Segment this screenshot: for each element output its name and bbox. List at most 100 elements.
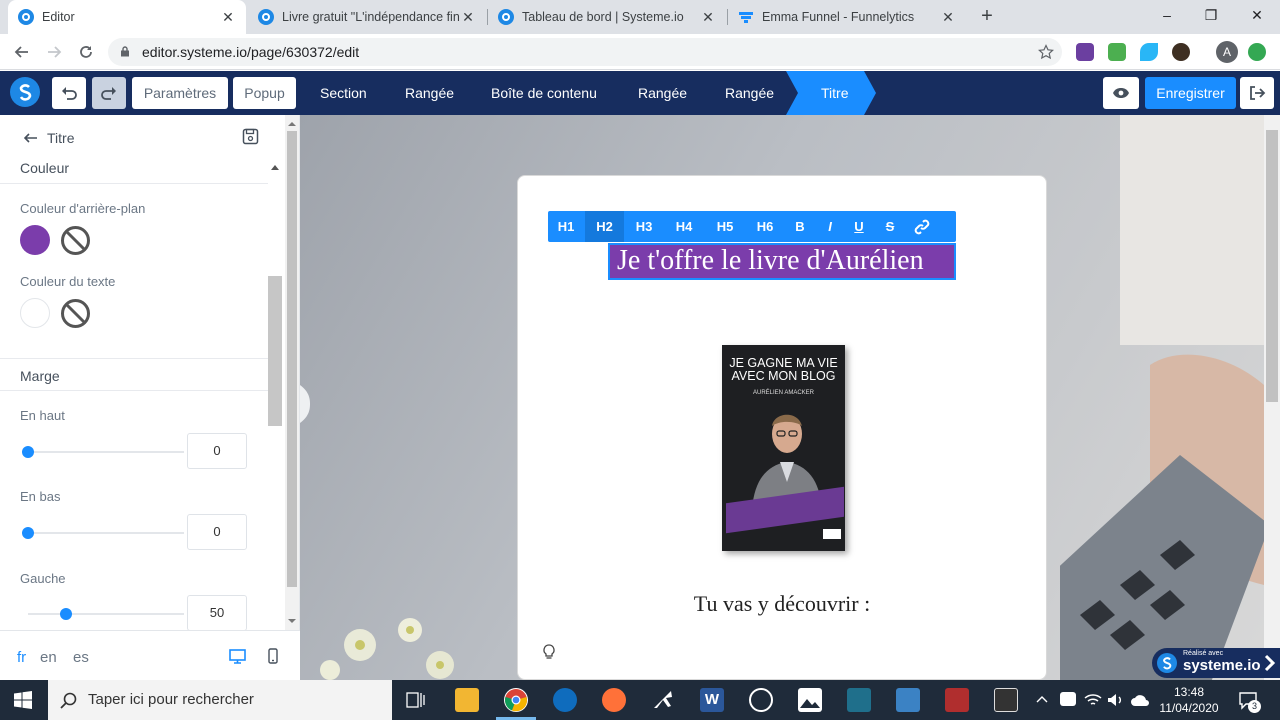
app-icon[interactable] xyxy=(994,688,1018,712)
margin-bottom-slider[interactable] xyxy=(28,532,184,534)
close-tab-icon[interactable]: ✕ xyxy=(700,9,716,26)
close-tab-icon[interactable]: ✕ xyxy=(220,9,236,26)
margin-left-slider[interactable] xyxy=(28,613,184,615)
task-view-icon[interactable] xyxy=(406,691,426,709)
tab-tableau-de-bord[interactable]: Tableau de bord | Systeme.io ✕ xyxy=(488,0,726,34)
canvas-scroll-thumb[interactable] xyxy=(1266,130,1278,402)
taskbar-search-input[interactable]: Taper ici pour rechercher xyxy=(48,680,392,720)
format-italic-button[interactable]: I xyxy=(820,211,840,242)
update-icon[interactable] xyxy=(1248,43,1266,61)
format-h3-button[interactable]: H3 xyxy=(625,211,663,242)
windows-start-icon[interactable] xyxy=(14,691,32,709)
photos-icon[interactable] xyxy=(798,688,822,712)
video-editor-icon[interactable] xyxy=(945,688,969,712)
firefox-icon[interactable] xyxy=(602,688,626,712)
section-couleur[interactable]: Couleur xyxy=(20,160,69,176)
tab-funnelytics[interactable]: Emma Funnel - Funnelytics ✕ xyxy=(728,0,966,34)
forward-arrow-icon[interactable] xyxy=(42,40,66,64)
margin-top-slider-handle[interactable] xyxy=(22,446,34,458)
margin-bottom-slider-handle[interactable] xyxy=(22,527,34,539)
format-bold-button[interactable]: B xyxy=(788,211,812,242)
canvas-side-handle[interactable] xyxy=(300,385,312,423)
scroll-down-icon[interactable] xyxy=(287,618,297,624)
app-icon[interactable] xyxy=(749,688,773,712)
collapse-arrow-icon[interactable] xyxy=(270,163,280,171)
no-color-icon[interactable] xyxy=(60,298,91,329)
new-tab-icon[interactable]: + xyxy=(976,5,998,27)
breadcrumb-rangee[interactable]: Rangée xyxy=(405,71,454,115)
save-template-icon[interactable] xyxy=(242,128,259,145)
close-window-button[interactable]: ✕ xyxy=(1234,0,1280,32)
breadcrumb-rangee[interactable]: Rangée xyxy=(638,71,687,115)
no-color-icon[interactable] xyxy=(60,225,91,256)
extension-icon[interactable] xyxy=(1108,43,1126,61)
wifi-icon[interactable] xyxy=(1084,692,1102,708)
undo-button[interactable] xyxy=(52,77,86,109)
desktop-icon[interactable] xyxy=(229,649,246,664)
lang-es[interactable]: es xyxy=(73,649,89,666)
margin-top-input[interactable]: 0 xyxy=(187,433,247,469)
link-icon[interactable] xyxy=(914,219,930,235)
url-field[interactable]: editor.systeme.io/page/630372/edit xyxy=(108,38,1062,66)
systeme-logo-icon[interactable] xyxy=(10,77,40,107)
save-button[interactable]: Enregistrer xyxy=(1145,77,1236,109)
format-underline-button[interactable]: U xyxy=(848,211,870,242)
lightbulb-icon[interactable] xyxy=(541,643,557,661)
breadcrumb-titre[interactable]: Titre xyxy=(821,71,848,115)
bg-color-swatch[interactable] xyxy=(20,225,50,255)
volume-icon[interactable] xyxy=(1106,692,1124,708)
redo-button[interactable] xyxy=(92,77,126,109)
lang-fr[interactable]: fr xyxy=(17,649,26,666)
battery-icon[interactable] xyxy=(1060,692,1076,706)
section-marge[interactable]: Marge xyxy=(20,368,60,384)
margin-left-input[interactable]: 50 xyxy=(187,595,247,631)
margin-left-slider-handle[interactable] xyxy=(60,608,72,620)
back-arrow-icon[interactable] xyxy=(10,40,34,64)
close-tab-icon[interactable]: ✕ xyxy=(940,9,956,26)
reload-icon[interactable] xyxy=(74,40,98,64)
mail-icon[interactable] xyxy=(553,688,577,712)
extension-icon[interactable] xyxy=(1076,43,1094,61)
tab-editor[interactable]: Editor ✕ xyxy=(8,0,246,34)
popup-button[interactable]: Popup xyxy=(233,77,296,109)
profile-avatar[interactable]: A xyxy=(1216,41,1238,63)
word-icon[interactable]: W xyxy=(700,688,724,712)
format-h4-button[interactable]: H4 xyxy=(665,211,703,242)
app-icon[interactable] xyxy=(651,688,675,712)
text-color-swatch[interactable] xyxy=(20,298,50,328)
breadcrumb-section[interactable]: Section xyxy=(320,71,367,115)
star-icon[interactable] xyxy=(1038,44,1054,60)
format-h5-button[interactable]: H5 xyxy=(706,211,744,242)
cloud-icon[interactable] xyxy=(1130,692,1150,708)
lang-en[interactable]: en xyxy=(40,649,57,666)
book-cover-image[interactable]: JE GAGNE MA VIE AVEC MON BLOG AURÉLIEN A… xyxy=(722,345,845,551)
minimize-button[interactable]: – xyxy=(1144,0,1190,32)
extension-icon[interactable] xyxy=(1140,43,1158,61)
breadcrumb-rangee[interactable]: Rangée xyxy=(725,71,774,115)
format-h1-button[interactable]: H1 xyxy=(548,211,584,242)
exit-button[interactable] xyxy=(1240,77,1274,109)
format-h2-button[interactable]: H2 xyxy=(585,211,624,242)
tab-livre-gratuit[interactable]: Livre gratuit "L'indépendance fin ✕ xyxy=(248,0,486,34)
back-arrow-icon[interactable] xyxy=(24,133,38,143)
system-clock[interactable]: 13:48 11/04/2020 xyxy=(1158,684,1220,716)
chrome-icon[interactable] xyxy=(504,688,528,712)
format-strike-button[interactable]: S xyxy=(880,211,900,242)
panel-outer-scroll-thumb[interactable] xyxy=(287,131,297,587)
app-icon[interactable] xyxy=(896,688,920,712)
format-h6-button[interactable]: H6 xyxy=(746,211,784,242)
app-icon[interactable] xyxy=(847,688,871,712)
breadcrumb-boite-de-contenu[interactable]: Boîte de contenu xyxy=(491,71,597,115)
margin-bottom-input[interactable]: 0 xyxy=(187,514,247,550)
chevron-up-icon[interactable] xyxy=(1036,695,1048,703)
systeme-badge[interactable]: Réalisé avec systeme.io xyxy=(1152,648,1280,678)
panel-scroll-thumb[interactable] xyxy=(268,276,282,426)
margin-top-slider[interactable] xyxy=(28,451,184,453)
subtitle-text[interactable]: Tu vas y découvrir : xyxy=(580,591,984,617)
file-explorer-icon[interactable] xyxy=(455,688,479,712)
headline-text[interactable]: Je t'offre le livre d'Aurélien xyxy=(617,243,924,279)
restore-button[interactable]: ❐ xyxy=(1188,0,1234,32)
parametres-button[interactable]: Paramètres xyxy=(132,77,228,109)
close-tab-icon[interactable]: ✕ xyxy=(460,9,476,26)
mobile-icon[interactable] xyxy=(268,648,278,664)
